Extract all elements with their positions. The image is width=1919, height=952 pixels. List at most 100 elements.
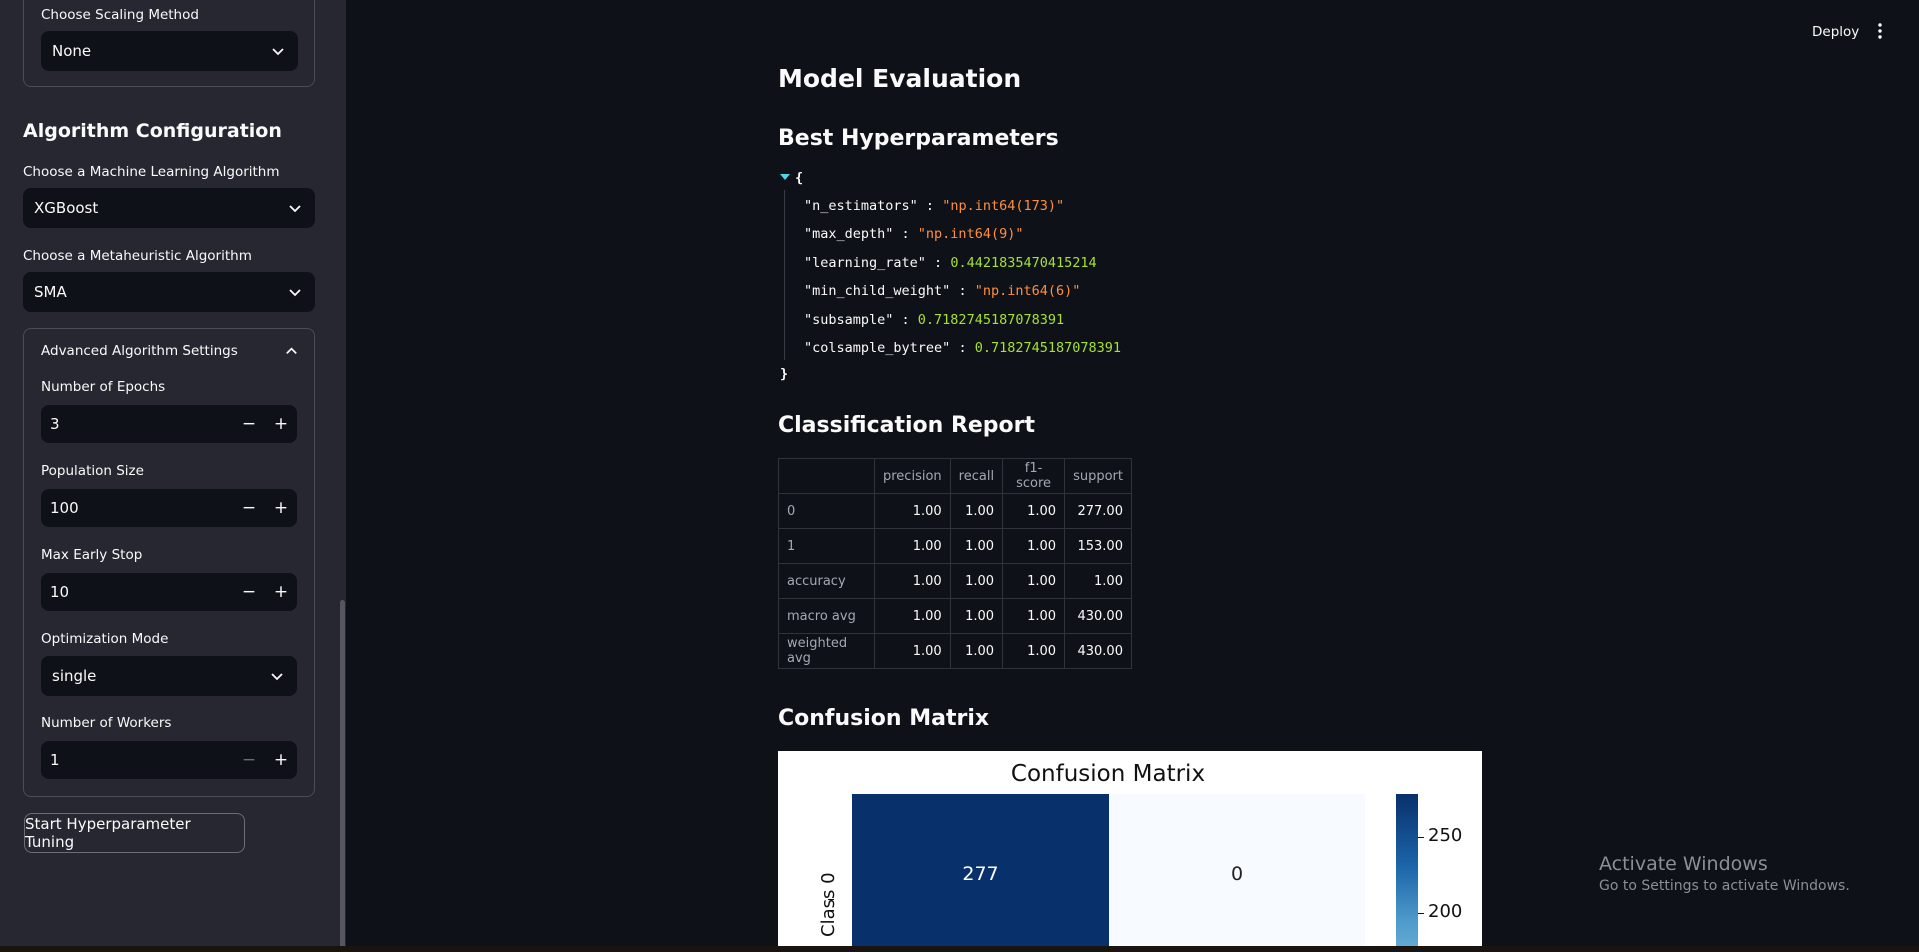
epochs-input[interactable]: 3 − + [41,405,297,443]
json-row: "learning_rate" : 0.4421835470415214 [804,255,1097,271]
population-decrement-button[interactable]: − [233,489,265,527]
workers-input[interactable]: 1 − + [41,741,297,779]
table-header [778,458,875,494]
meta-algo-label: Choose a Metaheuristic Algorithm [23,248,252,264]
table-header-row: precision recall f1-score support [778,458,1132,494]
json-indent-guide [784,190,785,360]
workers-label: Number of Workers [41,715,172,731]
json-row: "n_estimators" : "np.int64(173)" [804,198,1065,214]
heatmap-cell: 277 [852,794,1109,952]
early-stop-input[interactable]: 10 − + [41,573,297,611]
more-menu-icon[interactable] [1877,22,1883,40]
table-row-header: 1 [778,528,875,564]
table-cell: 277.00 [1064,493,1132,529]
table-cell: 1.00 [874,563,951,599]
optimization-mode-label: Optimization Mode [41,631,169,647]
y-tick-label: Class 0 [818,872,839,937]
table-cell: 1.00 [874,633,951,669]
population-increment-button[interactable]: + [265,489,297,527]
population-input[interactable]: 100 − + [41,489,297,527]
table-cell: 1.00 [1002,493,1066,529]
colorbar-tick-label: 250 [1428,825,1463,846]
json-close-brace: } [780,366,789,382]
table-cell: 1.00 [874,598,951,634]
table-cell: 1.00 [949,528,1004,564]
classification-report-table: precision recall f1-score support 0 1.00… [778,458,1132,669]
scaling-select[interactable]: None [41,31,298,71]
table-header[interactable]: support [1064,458,1132,494]
table-cell: 430.00 [1064,633,1132,669]
table-header[interactable]: f1-score [1002,458,1066,494]
advanced-settings-toggle[interactable]: Advanced Algorithm Settings [41,342,299,362]
table-cell: 1.00 [1002,633,1066,669]
optimization-mode-select[interactable]: single [41,656,297,696]
sidebar-scrollbar[interactable] [340,600,345,952]
json-row: "colsample_bytree" : 0.7182745187078391 [804,340,1122,356]
json-row: "subsample" : 0.7182745187078391 [804,312,1065,328]
scaling-value: None [52,42,92,60]
json-row: "min_child_weight" : "np.int64(6)" [804,283,1081,299]
collapse-caret-icon[interactable] [780,174,790,180]
watermark-title: Activate Windows [1599,853,1768,875]
early-stop-increment-button[interactable]: + [265,573,297,611]
early-stop-value: 10 [50,583,70,601]
chevron-down-icon [272,48,284,56]
table-header[interactable]: precision [874,458,951,494]
table-cell: 1.00 [874,493,951,529]
activate-windows-watermark: Activate Windows Go to Settings to activ… [1599,853,1850,894]
table-row-header: macro avg [778,598,875,634]
workers-increment-button[interactable]: + [265,741,297,779]
meta-algo-select[interactable]: SMA [23,272,315,312]
start-tuning-button[interactable]: Start Hyperparameter Tuning [24,813,245,853]
advanced-settings-title: Advanced Algorithm Settings [41,343,238,359]
table-header[interactable]: recall [949,458,1004,494]
epochs-value: 3 [50,415,60,433]
deploy-button[interactable]: Deploy [1812,24,1859,40]
heatmap-cell: 0 [1109,794,1365,952]
meta-algo-value: SMA [34,283,67,301]
epochs-label: Number of Epochs [41,379,166,395]
epochs-decrement-button[interactable]: − [233,405,265,443]
json-open-brace: { [795,170,804,186]
table-cell: 1.00 [949,493,1004,529]
table-cell: 1.00 [1064,563,1132,599]
workers-value: 1 [50,751,60,769]
colorbar-tick-label: 200 [1428,901,1463,922]
table-cell: 1.00 [1002,563,1066,599]
algorithm-config-header: Algorithm Configuration [23,120,282,142]
chevron-down-icon [289,289,301,297]
table-cell: 1.00 [949,598,1004,634]
table-row: accuracy 1.00 1.00 1.00 1.00 [778,563,1132,599]
early-stop-label: Max Early Stop [41,547,143,563]
chevron-down-icon [271,673,283,681]
json-row: "max_depth" : "np.int64(9)" [804,226,1024,242]
colorbar-tick [1418,837,1424,838]
colorbar-tick [1418,913,1424,914]
chevron-up-icon [286,347,297,354]
table-row-header: weighted avg [778,633,875,669]
table-cell: 1.00 [949,563,1004,599]
table-row: 1 1.00 1.00 1.00 153.00 [778,528,1132,564]
table-row: 0 1.00 1.00 1.00 277.00 [778,493,1132,529]
ml-algo-label: Choose a Machine Learning Algorithm [23,164,280,180]
chart-title: Confusion Matrix [1010,761,1206,787]
epochs-increment-button[interactable]: + [265,405,297,443]
page-title: Model Evaluation [778,64,1022,93]
classification-report-title: Classification Report [778,413,1036,438]
table-cell: 153.00 [1064,528,1132,564]
table-cell: 1.00 [1002,528,1066,564]
sidebar: Choose Scaling Method None Algorithm Con… [0,0,346,952]
ml-algo-select[interactable]: XGBoost [23,188,315,228]
table-row-header: accuracy [778,563,875,599]
workers-decrement-button[interactable]: − [233,741,265,779]
table-cell: 430.00 [1064,598,1132,634]
taskbar-edge [0,946,1919,952]
table-row: macro avg 1.00 1.00 1.00 430.00 [778,598,1132,634]
population-label: Population Size [41,463,144,479]
table-cell: 1.00 [874,528,951,564]
confusion-matrix-title: Confusion Matrix [778,706,990,731]
colorbar [1396,794,1418,952]
table-cell: 1.00 [1002,598,1066,634]
table-row-header: 0 [778,493,875,529]
early-stop-decrement-button[interactable]: − [233,573,265,611]
